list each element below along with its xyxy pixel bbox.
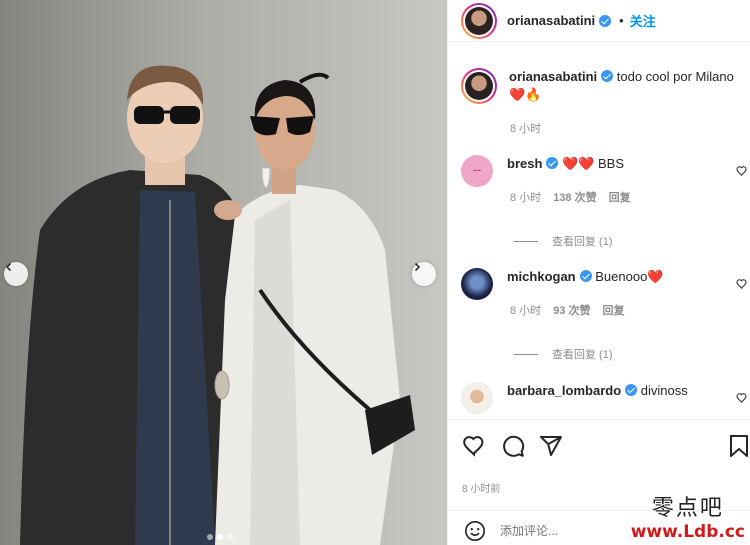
post-time-ago: 8 小时前 bbox=[462, 484, 501, 495]
carousel-next-button[interactable] bbox=[412, 262, 436, 286]
avatar[interactable] bbox=[461, 268, 493, 300]
comment-meta: 8 小时 138 次赞 回复 bbox=[510, 189, 631, 205]
view-replies-button[interactable]: 查看回复 (1) bbox=[514, 233, 613, 249]
comment-text: divinoss bbox=[640, 383, 688, 398]
view-replies-button[interactable]: 查看回复 (1) bbox=[514, 346, 613, 362]
comment-text: ❤️❤️ BBS bbox=[562, 156, 625, 171]
comment-icon[interactable] bbox=[501, 434, 525, 458]
story-ring[interactable] bbox=[461, 68, 497, 104]
heart-icon[interactable] bbox=[462, 434, 486, 458]
carousel-prev-button[interactable] bbox=[4, 262, 28, 286]
verified-badge-icon bbox=[599, 14, 612, 27]
smile-icon[interactable] bbox=[464, 520, 486, 542]
carousel-dot bbox=[207, 534, 213, 540]
watermark-line2: www.Ldb.cc bbox=[630, 522, 745, 542]
comment-likes[interactable]: 93 次赞 bbox=[553, 305, 590, 317]
comment-username[interactable]: barbara_lombardo bbox=[507, 383, 621, 398]
comment-like-heart-icon[interactable] bbox=[736, 165, 748, 177]
post-header: orianasabatini • 关注 bbox=[448, 0, 750, 42]
comment-like-heart-icon[interactable] bbox=[736, 278, 748, 290]
reply-button[interactable]: 回复 bbox=[602, 305, 624, 317]
comment-meta: 8 小时 93 次赞 回复 bbox=[510, 302, 624, 318]
story-ring[interactable] bbox=[461, 2, 497, 39]
comment-text: Buenooo❤️ bbox=[595, 269, 664, 284]
carousel-dot-active bbox=[217, 534, 223, 540]
comment-time: 8 小时 bbox=[510, 192, 542, 204]
avatar[interactable] bbox=[461, 382, 493, 414]
chevron-right-icon bbox=[414, 262, 421, 272]
watermark-line1: 零点吧 bbox=[651, 496, 724, 521]
bookmark-icon[interactable] bbox=[728, 434, 750, 458]
view-replies-label: 查看回复 (1) bbox=[552, 236, 613, 248]
photo-illustration bbox=[0, 0, 447, 545]
comment-like-heart-icon[interactable] bbox=[736, 392, 748, 404]
post-side-panel: orianasabatini • 关注 orianasabatini todo … bbox=[447, 0, 750, 545]
share-icon[interactable] bbox=[539, 434, 563, 458]
caption-text: todo cool por Milano bbox=[616, 69, 734, 84]
post-photo bbox=[0, 0, 447, 545]
caption: orianasabatini todo cool por Milano ❤️🔥 bbox=[461, 68, 750, 104]
avatar bbox=[465, 6, 493, 35]
chevron-left-icon bbox=[5, 262, 12, 272]
comment-username[interactable]: michkogan bbox=[507, 269, 576, 284]
verified-badge-icon bbox=[546, 157, 559, 169]
caption-emoji: ❤️🔥 bbox=[509, 87, 542, 102]
watermark: 零点吧 www.Ldb.cc bbox=[631, 490, 745, 542]
avatar[interactable]: ~~ bbox=[461, 155, 493, 187]
carousel-dot bbox=[227, 534, 233, 540]
comment-item: ~~ bresh ❤️❤️ BBS bbox=[461, 155, 750, 187]
caption-time: 8 小时 bbox=[510, 123, 542, 135]
view-replies-label: 查看回复 (1) bbox=[552, 349, 613, 361]
carousel-indicator bbox=[207, 534, 233, 540]
verified-badge-icon bbox=[579, 270, 592, 282]
verified-badge-icon bbox=[625, 384, 638, 396]
reply-button[interactable]: 回复 bbox=[609, 192, 631, 204]
comment-likes[interactable]: 138 次赞 bbox=[553, 192, 596, 204]
comment-item: barbara_lombardo divinoss bbox=[461, 382, 750, 414]
comment-username[interactable]: bresh bbox=[507, 156, 542, 171]
author-username[interactable]: orianasabatini bbox=[507, 13, 595, 28]
avatar bbox=[465, 72, 493, 100]
verified-badge-icon bbox=[601, 70, 614, 82]
caption-username[interactable]: orianasabatini bbox=[509, 69, 597, 84]
comment-item: michkogan Buenooo❤️ bbox=[461, 268, 750, 300]
comment-time: 8 小时 bbox=[510, 305, 542, 317]
follow-button[interactable]: 关注 bbox=[630, 11, 656, 30]
